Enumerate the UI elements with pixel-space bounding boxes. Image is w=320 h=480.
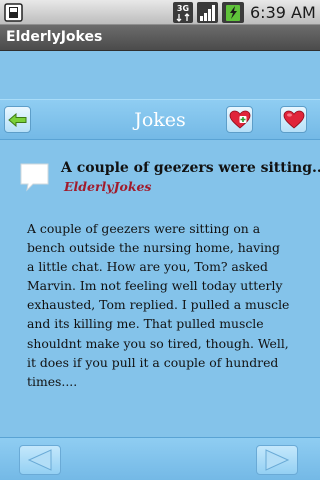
add-favorite-button[interactable] — [226, 106, 253, 133]
footer-nav — [0, 437, 320, 480]
sd-card-icon — [4, 3, 23, 22]
svg-text:3G: 3G — [177, 4, 189, 13]
battery-icon — [222, 2, 244, 23]
app-title: ElderlyJokes — [6, 29, 103, 45]
joke-title: A couple of geezers were sitting... — [61, 160, 320, 176]
heart-plus-icon — [229, 110, 250, 129]
triangle-left-icon — [27, 449, 52, 471]
signal-icon — [197, 2, 218, 23]
joke-source: ElderlyJokes — [64, 179, 152, 194]
speech-bubble-icon — [20, 163, 49, 192]
triangle-right-icon — [265, 449, 290, 471]
clock: 6:39 AM — [250, 3, 316, 22]
page-title: Jokes — [134, 109, 186, 131]
heart-icon — [283, 110, 304, 129]
next-button[interactable] — [256, 445, 298, 475]
favorites-button[interactable] — [280, 106, 307, 133]
joke-body: A couple of geezers were sitting on a be… — [27, 221, 290, 389]
previous-button[interactable] — [19, 445, 61, 475]
app-title-bar: ElderlyJokes — [0, 25, 320, 51]
network-3g-icon: 3G — [173, 2, 193, 23]
jokes-header: Jokes — [0, 99, 320, 140]
status-bar: 3G 6:39 AM — [0, 0, 320, 25]
